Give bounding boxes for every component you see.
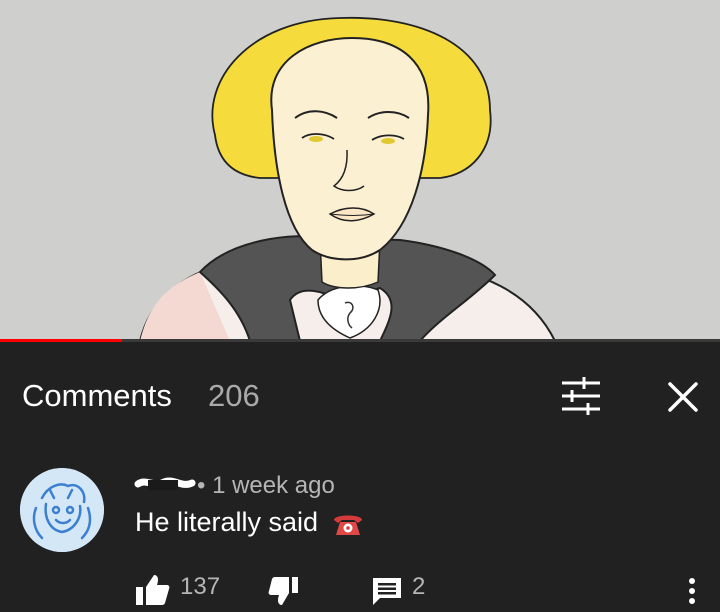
comment-meta: • 1 week ago xyxy=(197,472,335,499)
reply-count: 2 xyxy=(412,573,426,600)
comment-text-line: He literally said xyxy=(135,507,364,538)
comment-actions: 137 2 xyxy=(0,567,720,607)
avatar[interactable] xyxy=(20,468,104,552)
reply-icon[interactable] xyxy=(370,575,404,607)
comments-panel: Comments 206 • 1 week ago He literally s… xyxy=(0,342,720,607)
close-icon[interactable] xyxy=(662,378,704,418)
comment-author-redacted[interactable] xyxy=(134,474,196,494)
comments-count: 206 xyxy=(208,378,260,413)
cartoon-person-illustration xyxy=(138,16,557,341)
telephone-icon xyxy=(332,511,364,537)
video-player[interactable] xyxy=(0,0,720,341)
thumbs-up-icon[interactable] xyxy=(134,573,170,607)
sort-filter-icon[interactable] xyxy=(558,375,604,417)
thumbs-down-icon[interactable] xyxy=(268,575,300,607)
comment-item: • 1 week ago He literally said 137 2 xyxy=(0,462,720,607)
like-count: 137 xyxy=(180,573,221,600)
comment-text: He literally said xyxy=(135,507,319,537)
comments-title: Comments xyxy=(22,378,172,413)
more-vert-icon[interactable] xyxy=(682,575,702,607)
